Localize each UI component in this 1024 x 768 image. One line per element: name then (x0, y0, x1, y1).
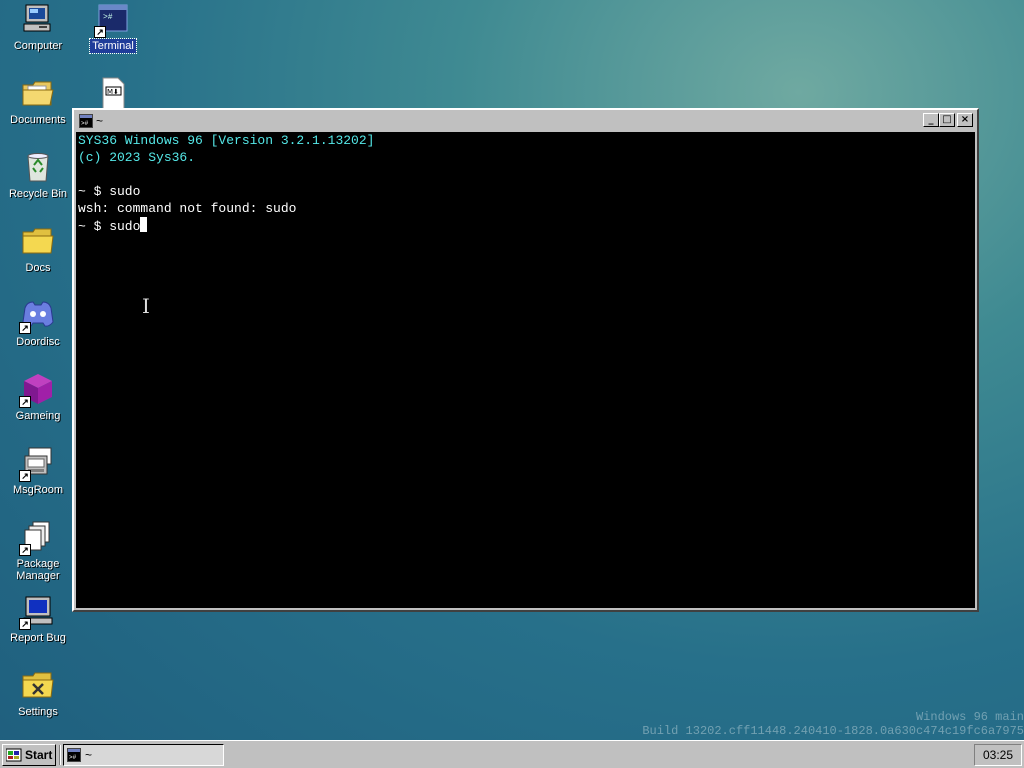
svg-text:>#: ># (81, 120, 89, 127)
folder-icon (21, 224, 55, 258)
report-bug-computer-icon: ↗ (19, 594, 55, 630)
desktop-icon-documents[interactable]: Documents (1, 76, 75, 127)
recycle-bin-icon (21, 150, 55, 184)
desktop-icon-label: Settings (18, 706, 58, 718)
minimize-button[interactable]: _ (923, 113, 939, 127)
terminal-screen[interactable]: SYS36 Windows 96 [Version 3.2.1.13202] (… (76, 132, 975, 608)
package-manager-icon: ↗ (19, 520, 55, 556)
desktop-icon-label: Doordisc (16, 336, 60, 348)
terminal-line: (c) 2023 Sys36. (78, 150, 196, 165)
desktop-icon-label: Gameing (15, 410, 61, 422)
terminal-icon: ># ↗ (94, 2, 130, 38)
maximize-button[interactable]: □ (939, 113, 955, 127)
desktop-icon-package-manager[interactable]: ↗ Package Manager (1, 520, 75, 583)
desktop-icon-gameing[interactable]: ↗ Gameing (1, 372, 75, 423)
desktop-icon-msgroom[interactable]: ↗ MsgRoom (1, 446, 75, 497)
shortcut-arrow-icon: ↗ (19, 396, 31, 408)
start-label: Start (25, 748, 53, 762)
desktop-icon-label: Documents (10, 114, 66, 126)
desktop-icon-label: Report Bug (10, 632, 66, 644)
desktop-icon-terminal[interactable]: ># ↗ Terminal (76, 2, 150, 54)
desktop-icon-computer[interactable]: Computer (1, 2, 75, 53)
desktop-icon-label: Recycle Bin (8, 188, 68, 200)
terminal-line: ~ $ sudo (78, 184, 141, 199)
text-cursor (140, 217, 148, 232)
terminal-line: wsh: command not found: sudo (78, 201, 297, 216)
shortcut-arrow-icon: ↗ (19, 618, 31, 630)
window-titlebar[interactable]: ># ~ _ □ × (76, 112, 975, 130)
watermark-line: Windows 96 main (915, 710, 1024, 724)
terminal-line: SYS36 Windows 96 [Version 3.2.1.13202] (78, 133, 375, 148)
desktop-icon-settings[interactable]: Settings (1, 668, 75, 719)
build-watermark: Windows 96 main Build 13202.cff11448.2404… (642, 710, 1024, 738)
terminal-window-icon: ># (79, 114, 93, 128)
shortcut-arrow-icon: ↗ (19, 470, 31, 482)
taskbar: Start ># ~ 03:25 (0, 740, 1024, 768)
file-badge: M⬇ (107, 88, 119, 96)
shortcut-arrow-icon: ↗ (19, 322, 31, 334)
desktop-icon-docs[interactable]: Docs (1, 224, 75, 275)
ibeam-cursor-icon: I (142, 294, 150, 318)
shortcut-arrow-icon: ↗ (94, 26, 106, 38)
doordisc-icon: ↗ (19, 298, 55, 334)
desktop-icon-doordisc[interactable]: ↗ Doordisc (1, 298, 75, 349)
start-logo-icon (5, 748, 22, 762)
svg-text:>#: ># (103, 13, 113, 22)
taskbar-separator (59, 745, 61, 765)
terminal-current-input[interactable]: ~ $ sudo (78, 219, 140, 234)
taskbar-item-terminal[interactable]: ># ~ (63, 744, 224, 766)
watermark-line: Build 13202.cff11448.240410-1828.0a630c4… (642, 724, 1024, 738)
desktop[interactable]: Computer ># ↗ Terminal M⬇ Documents Recy… (0, 0, 1024, 740)
msgroom-icon: ↗ (19, 446, 55, 482)
shortcut-arrow-icon: ↗ (19, 544, 31, 556)
desktop-icon-recycle-bin[interactable]: Recycle Bin (1, 150, 75, 201)
desktop-icon-label: Package Manager (16, 558, 60, 582)
terminal-input-line[interactable]: ~ $ sudo (78, 217, 973, 234)
desktop-icon-report-bug[interactable]: ↗ Report Bug (1, 594, 75, 645)
taskbar-item-label: ~ (85, 748, 93, 762)
svg-text:>#: ># (69, 754, 77, 761)
terminal-window[interactable]: ># ~ _ □ × SYS36 Windows 96 [Version 3.2… (72, 108, 979, 612)
close-button[interactable]: × (957, 113, 973, 127)
desktop-icon-label: MsgRoom (12, 484, 64, 496)
markdown-file-icon: M⬇ (96, 76, 130, 111)
system-tray-clock[interactable]: 03:25 (974, 744, 1022, 766)
terminal-window-icon: ># (67, 748, 81, 762)
computer-icon (21, 2, 55, 36)
desktop-icon-label: Terminal (89, 38, 137, 54)
cube-icon: ↗ (19, 372, 55, 408)
window-title: ~ (96, 114, 104, 128)
settings-folder-icon (21, 668, 55, 702)
documents-folder-icon (21, 76, 55, 110)
desktop-icon-label: Docs (25, 262, 51, 274)
start-button[interactable]: Start (2, 744, 56, 766)
desktop-icon-label: Computer (13, 40, 63, 52)
